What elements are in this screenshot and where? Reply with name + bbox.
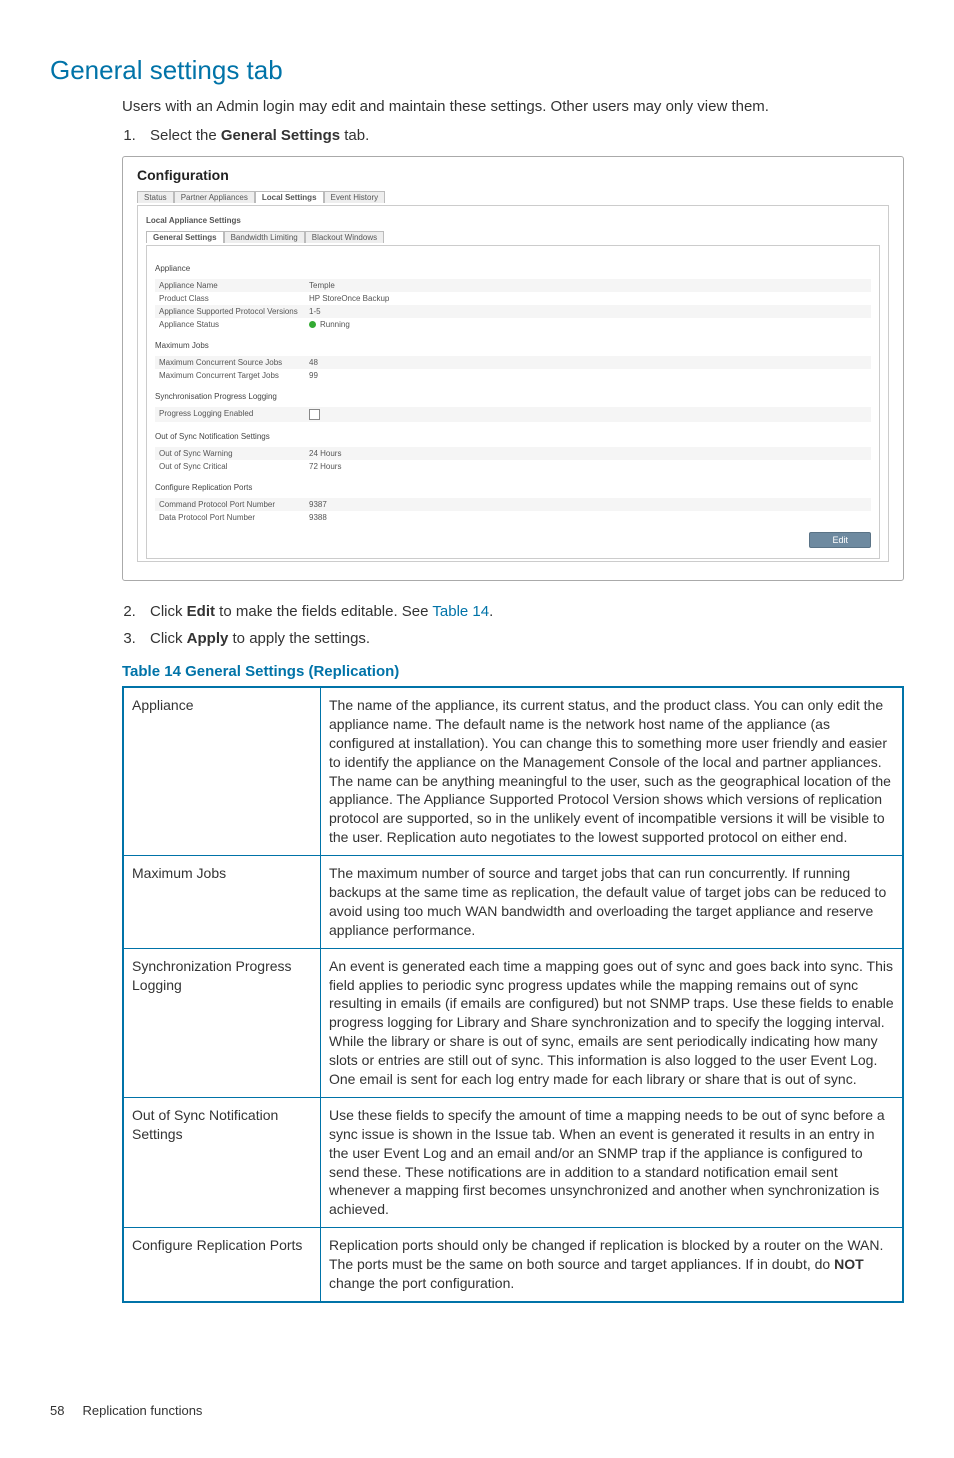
table-row: Synchronization Progress Logging An even… — [123, 948, 903, 1097]
cell-text: The maximum number of source and target … — [321, 856, 904, 949]
row-max-source-jobs: Maximum Concurrent Source Jobs 48 — [155, 356, 871, 369]
group-maximum-jobs: Maximum Jobs — [155, 341, 871, 350]
footer-section: Replication functions — [82, 1403, 202, 1418]
tab-local-settings[interactable]: Local Settings — [255, 191, 324, 203]
tabs-top: Status Partner Appliances Local Settings… — [137, 191, 889, 203]
group-appliance: Appliance — [155, 264, 871, 273]
steps-list-continued: Click Edit to make the fields editable. … — [122, 601, 904, 649]
panel-title: Configuration — [137, 167, 889, 183]
group-replication-ports: Configure Replication Ports — [155, 483, 871, 492]
local-appliance-settings-label: Local Appliance Settings — [146, 216, 880, 225]
row-max-target-jobs: Maximum Concurrent Target Jobs 99 — [155, 369, 871, 382]
cell-label: Synchronization Progress Logging — [123, 948, 321, 1097]
cell-text: The name of the appliance, its current s… — [321, 687, 904, 856]
table-row: Out of Sync Notification Settings Use th… — [123, 1097, 903, 1227]
tab-general-settings[interactable]: General Settings — [146, 231, 224, 243]
row-oos-warning: Out of Sync Warning 24 Hours — [155, 447, 871, 460]
progress-logging-checkbox[interactable] — [309, 409, 320, 420]
steps-list: Select the General Settings tab. — [122, 125, 904, 146]
cell-text: Use these fields to specify the amount o… — [321, 1097, 904, 1227]
step-2: Click Edit to make the fields editable. … — [140, 601, 904, 622]
table-row: Appliance The name of the appliance, its… — [123, 687, 903, 856]
tab-status[interactable]: Status — [137, 191, 174, 203]
cell-label: Out of Sync Notification Settings — [123, 1097, 321, 1227]
cell-text: Replication ports should only be changed… — [321, 1228, 904, 1302]
edit-button[interactable]: Edit — [809, 532, 871, 548]
table-title: Table 14 General Settings (Replication) — [122, 663, 904, 680]
cell-text: An event is generated each time a mappin… — [321, 948, 904, 1097]
row-data-port: Data Protocol Port Number 9388 — [155, 511, 871, 524]
row-appliance-name: Appliance Name Temple — [155, 279, 871, 292]
tab-partner-appliances[interactable]: Partner Appliances — [174, 191, 255, 203]
intro-text: Users with an Admin login may edit and m… — [122, 96, 904, 117]
group-oos: Out of Sync Notification Settings — [155, 432, 871, 441]
page-footer: 58 Replication functions — [50, 1403, 904, 1418]
table-14-link[interactable]: Table 14 — [432, 603, 489, 620]
tab-bandwidth-limiting[interactable]: Bandwidth Limiting — [224, 231, 305, 243]
row-progress-logging: Progress Logging Enabled — [155, 407, 871, 422]
group-sync-logging: Synchronisation Progress Logging — [155, 392, 871, 401]
tab-blackout-windows[interactable]: Blackout Windows — [305, 231, 384, 243]
status-icon — [309, 321, 316, 328]
settings-table: Appliance The name of the appliance, its… — [122, 686, 904, 1303]
row-product-class: Product Class HP StoreOnce Backup — [155, 292, 871, 305]
tabs-inner: General Settings Bandwidth Limiting Blac… — [146, 231, 880, 243]
row-protocol-versions: Appliance Supported Protocol Versions 1-… — [155, 305, 871, 318]
row-command-port: Command Protocol Port Number 9387 — [155, 498, 871, 511]
settings-body: Appliance Appliance Name Temple Product … — [146, 245, 880, 559]
row-appliance-status: Appliance Status Running — [155, 318, 871, 331]
tab-event-history[interactable]: Event History — [324, 191, 386, 203]
step-3: Click Apply to apply the settings. — [140, 628, 904, 649]
page-title: General settings tab — [50, 55, 904, 86]
cell-label: Configure Replication Ports — [123, 1228, 321, 1302]
step-1: Select the General Settings tab. — [140, 125, 904, 146]
table-row: Configure Replication Ports Replication … — [123, 1228, 903, 1302]
row-oos-critical: Out of Sync Critical 72 Hours — [155, 460, 871, 473]
table-row: Maximum Jobs The maximum number of sourc… — [123, 856, 903, 949]
cell-label: Appliance — [123, 687, 321, 856]
config-screenshot: Configuration Status Partner Appliances … — [122, 156, 904, 581]
page-number: 58 — [50, 1403, 64, 1418]
cell-label: Maximum Jobs — [123, 856, 321, 949]
